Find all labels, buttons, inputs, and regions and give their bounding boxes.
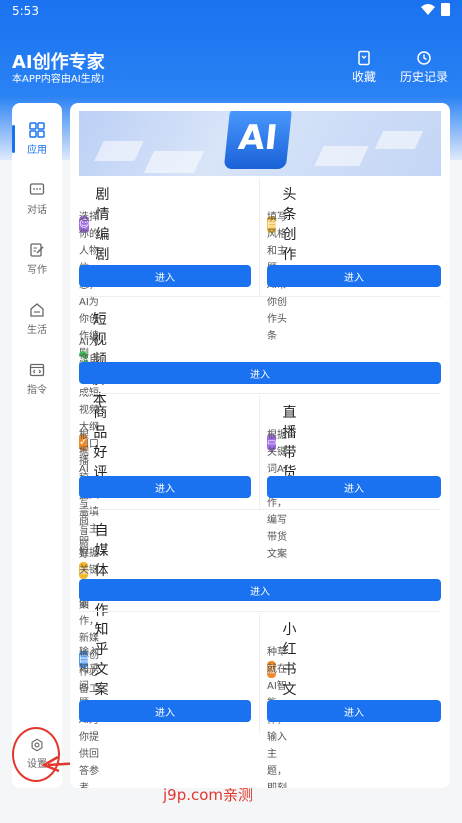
- sidebar-item-label: 指令: [27, 385, 47, 396]
- sidebar-item-label: 对话: [27, 205, 47, 216]
- enter-button-product-review[interactable]: 进入: [79, 476, 251, 498]
- edit-icon: [30, 243, 44, 257]
- app-grid: AI ☺ 剧情编剧 选择你的人物信息，AI为你创作编剧 进入 ▤ 头条创作 填写…: [70, 103, 450, 788]
- favorites-icon: [358, 50, 370, 66]
- enter-button-zhihu-copy[interactable]: 进入: [79, 700, 251, 722]
- banner-tile: [374, 131, 424, 149]
- divider: [259, 613, 260, 733]
- enter-button-drama-script[interactable]: 进入: [79, 265, 251, 287]
- sidebar-item-label: 生活: [27, 325, 47, 336]
- battery-icon: [441, 3, 450, 16]
- history-button[interactable]: 历史记录: [400, 50, 448, 85]
- enter-button-xiaohongshu-copy[interactable]: 进入: [267, 700, 441, 722]
- code-window-icon: [29, 363, 45, 377]
- divider: [79, 393, 441, 394]
- history-icon: [417, 51, 431, 65]
- divider: [79, 296, 441, 297]
- enter-button-live-sales[interactable]: 进入: [267, 476, 441, 498]
- wifi-icon: [421, 4, 435, 15]
- sidebar-item-label: 写作: [27, 265, 47, 276]
- enter-button-short-video-script[interactable]: 进入: [79, 362, 441, 384]
- sidebar-item-life[interactable]: 生活: [12, 295, 62, 343]
- chat-icon: [29, 183, 45, 195]
- banner-tile: [94, 141, 144, 161]
- sidebar-item-label: 应用: [27, 145, 47, 156]
- history-label: 历史记录: [400, 70, 449, 84]
- sidebar-item-apps[interactable]: 应用: [12, 115, 62, 163]
- favorites-button[interactable]: 收藏: [352, 50, 376, 85]
- status-icons: [421, 3, 450, 16]
- card-title: 商品好评: [93, 405, 108, 481]
- banner-tile: [143, 151, 205, 173]
- grid-icon: [29, 122, 45, 138]
- app-subtitle: 本APP内容由AI生成!: [12, 74, 105, 85]
- status-time: 5:53: [12, 4, 39, 18]
- sidebar: 应用 对话 写作 生活 指令: [12, 103, 62, 788]
- banner: AI: [79, 111, 441, 176]
- banner-ai-logo: AI: [223, 111, 293, 169]
- divider: [259, 178, 260, 296]
- enter-button-headline[interactable]: 进入: [267, 265, 441, 287]
- sidebar-item-chat[interactable]: 对话: [12, 175, 62, 223]
- enter-button-we-media-writing[interactable]: 进入: [79, 579, 441, 601]
- home-icon: [30, 303, 44, 317]
- divider: [259, 396, 260, 509]
- active-indicator: [12, 125, 15, 153]
- favorites-label: 收藏: [352, 70, 377, 84]
- sidebar-item-writing[interactable]: 写作: [12, 235, 62, 283]
- sidebar-item-commands[interactable]: 指令: [12, 355, 62, 403]
- divider: [79, 611, 441, 612]
- status-bar: 5:53: [0, 0, 462, 22]
- divider: [79, 509, 441, 510]
- banner-tile: [314, 146, 369, 166]
